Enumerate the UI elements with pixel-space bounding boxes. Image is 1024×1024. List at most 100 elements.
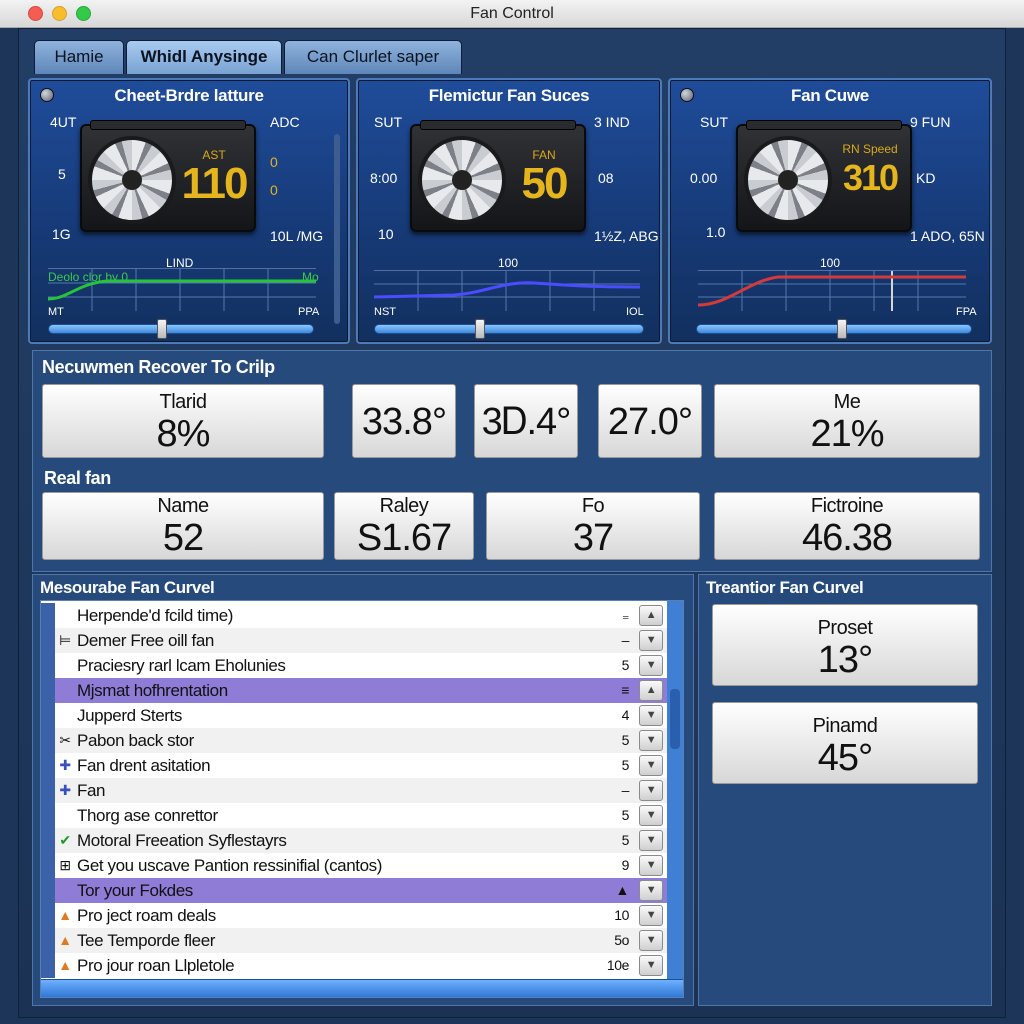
row-dropdown-button[interactable]: ▼ [639, 880, 663, 901]
row-marker [41, 928, 55, 953]
list-horizontal-scrollbar[interactable] [41, 979, 683, 997]
label-bottom-left: 1G [52, 226, 71, 242]
card-label: Name [157, 495, 209, 517]
list-item[interactable]: ✚ Fan – ▼ [41, 778, 667, 803]
row-dropdown-button[interactable]: ▼ [639, 955, 663, 976]
row-dropdown-button[interactable]: ▼ [639, 805, 663, 826]
row-marker [41, 728, 55, 753]
list-item[interactable]: ▲ Tee Temporde fleer 5o ▼ [41, 928, 667, 953]
row-marker [41, 853, 55, 878]
list-item[interactable]: Mjsmat hofhrentation ≡ ▲ [41, 678, 667, 703]
transfer-title: Treantior Fan Curvel [706, 578, 864, 597]
card-label: Raley [379, 495, 429, 517]
row-value: 5 [621, 757, 630, 773]
label-bottom-left: 1.0 [706, 224, 726, 240]
tab-whidl-anysinge[interactable]: Whidl Anysinge [126, 40, 282, 74]
fan-graph-svg [698, 271, 966, 311]
list-item[interactable]: ✔ Motoral Freeation Syflestayrs 5 ▼ [41, 828, 667, 853]
label-mid-left: 5 [58, 166, 66, 182]
row-dropdown-button[interactable]: ▼ [639, 655, 663, 676]
fan-slider-thumb[interactable] [837, 319, 847, 339]
list-scroll-thumb[interactable] [670, 689, 680, 749]
row-marker [41, 903, 55, 928]
row-icon: ⊨ [59, 632, 71, 648]
recover-card-temp-2: 3Ꭰ.4° [474, 384, 578, 458]
row-dropdown-button[interactable]: ▼ [639, 930, 663, 951]
list-item[interactable]: Herpende'd fcild time) ₌ ▲ [41, 603, 667, 628]
list-item[interactable]: ▲ Pro jour roan Llpletole 10e ▼ [41, 953, 667, 978]
panel-scrollbar[interactable] [334, 134, 340, 324]
row-value: 9 [621, 857, 630, 873]
row-label: Thorg ase conrettor [77, 806, 218, 825]
list-item[interactable]: Tor your Fokdes ▲ ▼ [41, 878, 667, 903]
row-icon: ✂ [59, 732, 71, 748]
row-icon [57, 882, 73, 899]
row-value: 5o [614, 932, 629, 948]
row-label: Pabon back stor [77, 731, 194, 750]
label-top-left: 4UT [50, 114, 77, 130]
list-item[interactable]: ⊞ Get you uscave Pantion ressinifial (can… [41, 853, 667, 878]
row-dropdown-button[interactable]: ▼ [639, 780, 663, 801]
row-icon [57, 657, 73, 674]
row-dropdown-button[interactable]: ▼ [639, 630, 663, 651]
label-bottom-right: 10L /MG [270, 228, 324, 244]
row-label: Fan drent asitation [77, 756, 211, 775]
fan-slider[interactable] [48, 319, 314, 339]
row-value: 10 [614, 907, 629, 923]
axis-left-label: NST [374, 306, 396, 318]
row-marker [41, 703, 55, 728]
fan-slider-thumb[interactable] [157, 319, 167, 339]
card-label: Me [833, 391, 861, 413]
fan-icon [744, 136, 832, 224]
card-value: 45° [817, 737, 873, 779]
row-label: Jupperd Sterts [77, 706, 182, 725]
list-item[interactable]: Praciesry rarl lcam Eholunies 5 ▼ [41, 653, 667, 678]
row-dropdown-button[interactable]: ▼ [639, 705, 663, 726]
row-dropdown-button[interactable]: ▼ [639, 855, 663, 876]
axis-right-label: IOL [626, 306, 644, 318]
list-item[interactable]: ▲ Pro ject roam deals 10 ▼ [41, 903, 667, 928]
card-value: 13° [817, 639, 873, 681]
tab-hamie[interactable]: Hamie [34, 40, 124, 74]
row-label: Fan [77, 781, 106, 800]
row-value: ≡ [621, 682, 629, 698]
card-value: 33.8° [361, 401, 447, 443]
label-mid-left: 8:00 [370, 170, 398, 186]
tab-can-clurlet-saper[interactable]: Can Clurlet saper [284, 40, 462, 74]
row-dropdown-button[interactable]: ▲ [639, 680, 663, 701]
card-value: 21% [810, 413, 884, 455]
list-item[interactable]: Thorg ase conrettor 5 ▼ [41, 803, 667, 828]
fan-readout: AST 110 [178, 132, 250, 224]
fan-slider-thumb[interactable] [475, 319, 485, 339]
row-label: Motoral Freeation Syflestayrs [77, 831, 287, 850]
list-vertical-scrollbar[interactable] [667, 601, 683, 981]
row-icon: ✔ [59, 832, 71, 848]
fan-slider[interactable] [374, 319, 644, 339]
row-dropdown-button[interactable]: ▼ [639, 730, 663, 751]
panel-title: Cheet-Brdre latture [114, 86, 264, 105]
row-dropdown-button[interactable]: ▼ [639, 755, 663, 776]
label-bottom-right: 1½Z, ABG [594, 228, 659, 244]
axis-right-label: FPA [956, 306, 977, 318]
row-dropdown-button[interactable]: ▲ [639, 605, 663, 626]
row-value: 5 [621, 732, 630, 748]
fan-curve-list[interactable]: Herpende'd fcild time) ₌ ▲ ⊨ Demer Free oill… [40, 600, 684, 998]
row-marker [41, 628, 55, 653]
fan-graph [48, 268, 316, 311]
row-dropdown-button[interactable]: ▼ [639, 830, 663, 851]
window-title: Fan Control [470, 5, 554, 22]
title-bar: Fan Control [0, 0, 1024, 28]
card-label: Proset [817, 617, 873, 639]
card-value: S1.67 [356, 517, 452, 559]
fan-slider[interactable] [696, 319, 972, 339]
recover-card-temp-1: 33.8° [352, 384, 456, 458]
row-marker [41, 803, 55, 828]
list-item[interactable]: ⊨ Demer Free oill fan – ▼ [41, 628, 667, 653]
label-mid-left: 0.00 [690, 170, 718, 186]
list-item[interactable]: ✚ Fan drent asitation 5 ▼ [41, 753, 667, 778]
fan-readout: RN Speed 310 [834, 132, 906, 224]
row-dropdown-button[interactable]: ▼ [639, 905, 663, 926]
list-item[interactable]: ✂ Pabon back stor 5 ▼ [41, 728, 667, 753]
list-item[interactable]: Jupperd Sterts 4 ▼ [41, 703, 667, 728]
recover-card-me: Me 21% [714, 384, 980, 458]
